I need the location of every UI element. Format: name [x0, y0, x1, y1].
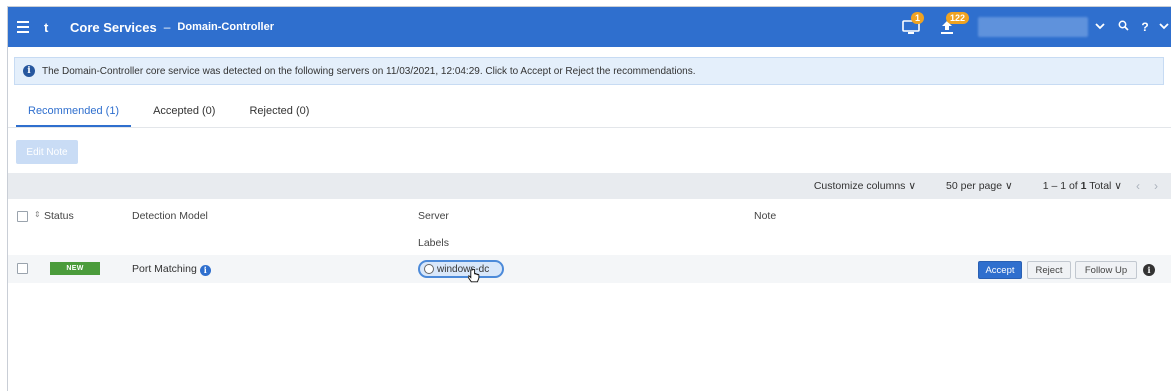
column-header-note[interactable]: Note — [754, 210, 776, 222]
notification-badge: 1 — [911, 12, 925, 24]
title-separator: – — [163, 20, 171, 34]
row-checkbox[interactable] — [17, 263, 28, 274]
page-title: Core Services — [70, 19, 157, 35]
help-chevron-icon[interactable] — [1156, 21, 1171, 33]
detection-model-cell: Port Matching i — [132, 263, 211, 276]
column-header-detection-model[interactable]: Detection Model — [132, 210, 208, 222]
info-banner-text: The Domain-Controller core service was d… — [42, 65, 696, 77]
app-logo[interactable]: t — [44, 20, 60, 35]
tab-recommended[interactable]: Recommended (1) — [16, 101, 132, 127]
detection-info-icon[interactable]: i — [199, 264, 211, 276]
customize-columns-dropdown[interactable]: Customize columns ∨ — [814, 180, 916, 192]
tab-bar: Recommended (1) Accepted (0) Rejected (0… — [16, 101, 331, 127]
column-header-labels[interactable]: Labels — [418, 237, 449, 249]
help-icon[interactable]: ? — [1134, 20, 1156, 34]
column-header-status[interactable]: Status — [44, 210, 74, 222]
sort-icon[interactable]: ⇕ — [34, 210, 41, 219]
search-icon[interactable] — [1112, 20, 1134, 34]
upload-notification[interactable]: 122 — [932, 7, 970, 47]
accept-button[interactable]: Accept — [978, 261, 1022, 279]
prev-page-button[interactable]: ‹ — [1136, 179, 1140, 193]
app-window: t Core Services – Domain-Controller 1 12… — [7, 6, 1171, 391]
column-header-server[interactable]: Server — [418, 210, 449, 222]
next-page-button[interactable]: › — [1154, 179, 1158, 193]
follow-up-button[interactable]: Follow Up — [1075, 261, 1137, 279]
header-tools: 1 122 ? — [896, 7, 1171, 47]
label-radio-icon[interactable] — [424, 264, 434, 274]
page-subtitle: Domain-Controller — [177, 21, 274, 33]
server-label-chip[interactable]: windows-dc — [418, 260, 504, 278]
menu-icon[interactable] — [12, 7, 34, 47]
info-banner: i The Domain-Controller core service was… — [14, 57, 1164, 85]
grid-toolbar: Customize columns ∨ 50 per page ∨ 1 – 1 … — [8, 173, 1171, 199]
reject-button[interactable]: Reject — [1027, 261, 1071, 279]
pagination-range: 1 – 1 of — [1042, 180, 1081, 192]
row-info-icon[interactable]: i — [1143, 264, 1155, 276]
monitor-notification[interactable]: 1 — [896, 7, 926, 47]
user-menu[interactable] — [978, 17, 1088, 37]
tab-rejected[interactable]: Rejected (0) — [237, 101, 321, 127]
pagination-total-label: Total ∨ — [1086, 180, 1122, 192]
edit-note-button[interactable]: Edit Note — [16, 140, 78, 164]
notification-badge-count: 122 — [946, 12, 970, 24]
tab-divider — [8, 127, 1171, 128]
per-page-dropdown[interactable]: 50 per page ∨ — [946, 180, 1013, 192]
info-icon: i — [23, 65, 35, 77]
chevron-down-icon[interactable] — [1088, 21, 1112, 33]
select-all-checkbox[interactable] — [17, 211, 28, 222]
hand-cursor-icon — [468, 269, 480, 283]
top-bar: t Core Services – Domain-Controller 1 12… — [8, 7, 1171, 47]
pagination-total[interactable]: 1 – 1 of 1 Total ∨ — [1043, 180, 1122, 192]
tab-accepted[interactable]: Accepted (0) — [141, 101, 227, 127]
detection-model-text: Port Matching — [132, 263, 197, 275]
status-badge: NEW — [50, 262, 100, 275]
